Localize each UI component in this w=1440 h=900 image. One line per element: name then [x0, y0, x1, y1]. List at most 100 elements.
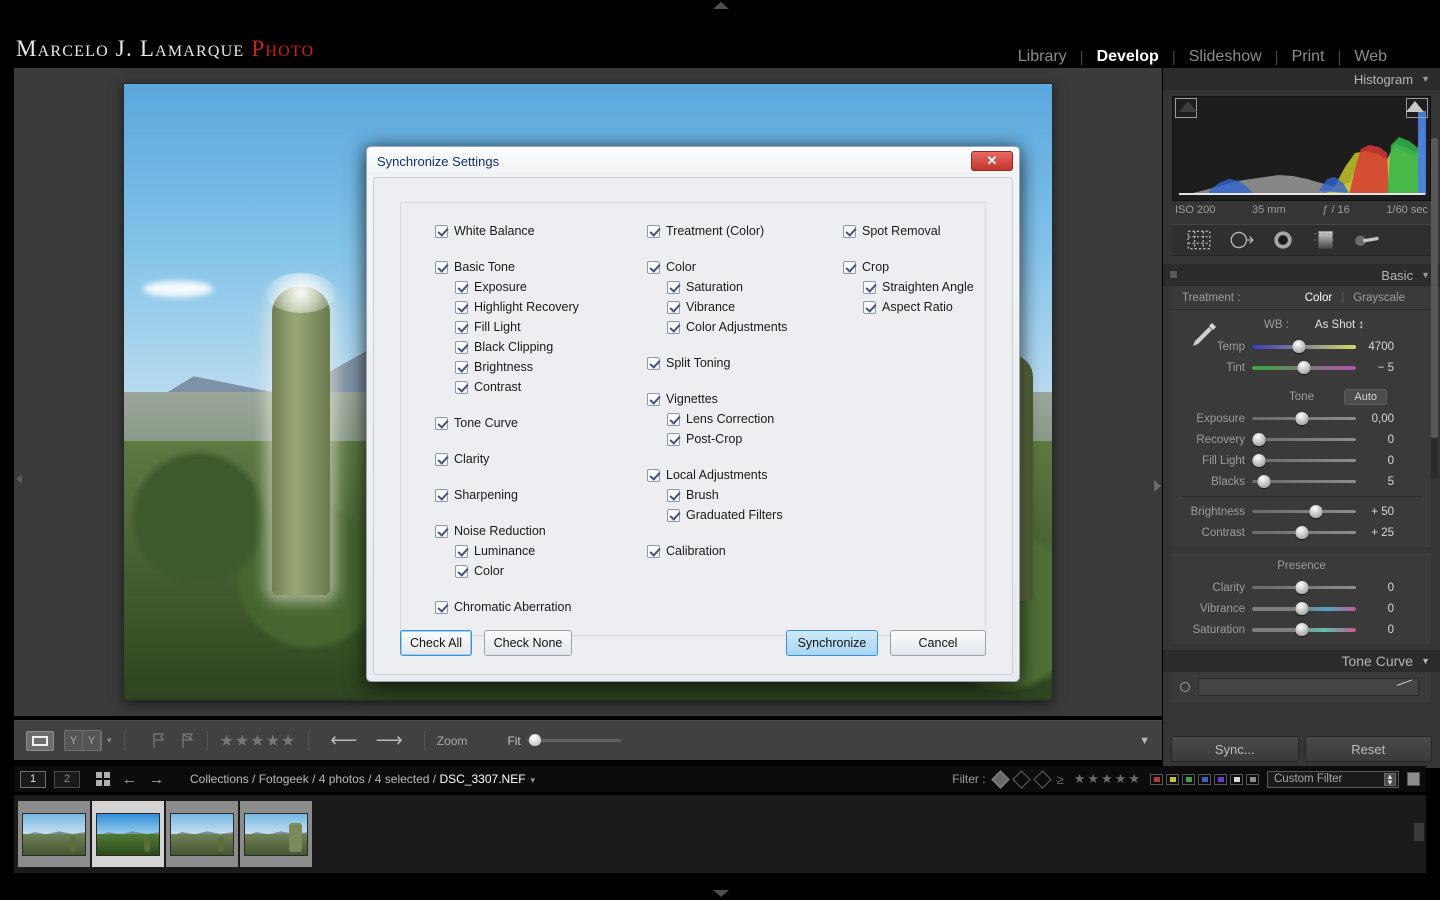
- right-panel-scrollbar[interactable]: [1431, 138, 1438, 478]
- zoom-fit-value[interactable]: Fit: [507, 734, 520, 748]
- checkbox-fill-light[interactable]: [455, 320, 468, 334]
- identity-logo[interactable]: Marcelo J. Lamarque Photo: [16, 36, 314, 62]
- left-panel-grip[interactable]: [16, 474, 25, 492]
- checkbox-row-fill-light[interactable]: Fill Light: [435, 317, 645, 337]
- checkbox-tone-curve[interactable]: [435, 416, 448, 430]
- slider-blacks[interactable]: Blacks 5: [1172, 471, 1431, 492]
- filter-toggle-switch[interactable]: [1407, 772, 1420, 786]
- color-swatch-white[interactable]: [1230, 773, 1243, 785]
- rating-stars[interactable]: ★★★★★: [220, 731, 297, 751]
- checkbox-exposure[interactable]: [455, 280, 468, 294]
- checkbox-row-treatment[interactable]: Treatment (Color): [647, 221, 847, 241]
- color-swatch-yellow[interactable]: [1166, 773, 1179, 785]
- checkbox-highlight-recovery[interactable]: [455, 300, 468, 314]
- navigate-back-arrow[interactable]: ←: [122, 771, 137, 788]
- check-all-button[interactable]: Check All: [400, 630, 472, 656]
- flag-pick-icon[interactable]: [151, 732, 166, 749]
- chevron-down-icon[interactable]: ▼: [1421, 74, 1430, 84]
- loupe-view-icon[interactable]: [26, 730, 54, 751]
- spot-removal-icon[interactable]: [1228, 229, 1254, 251]
- checkbox-contrast[interactable]: [455, 380, 468, 394]
- module-web[interactable]: Web: [1341, 48, 1400, 66]
- checkbox-row-contrast[interactable]: Contrast: [435, 377, 645, 397]
- slider-recovery[interactable]: Recovery 0: [1172, 429, 1431, 450]
- wb-preset-value[interactable]: As Shot ↕: [1315, 319, 1364, 331]
- close-icon[interactable]: ✕: [971, 151, 1013, 171]
- checkbox-graduated-filters[interactable]: [667, 508, 680, 522]
- slider-tint-track[interactable]: [1252, 360, 1356, 374]
- checkbox-row-brightness[interactable]: Brightness: [435, 357, 645, 377]
- adjustment-brush-icon[interactable]: [1354, 229, 1380, 251]
- checkbox-split-toning[interactable]: [647, 356, 660, 370]
- checkbox-row-local-adjustments[interactable]: Local Adjustments: [647, 465, 847, 485]
- next-photo-arrow[interactable]: ⟶: [376, 729, 403, 752]
- slider-recovery-track[interactable]: [1252, 433, 1356, 446]
- checkbox-row-exposure[interactable]: Exposure: [435, 277, 645, 297]
- check-none-button[interactable]: Check None: [484, 630, 572, 656]
- checkbox-row-tone-curve[interactable]: Tone Curve: [435, 413, 645, 433]
- checkbox-row-spot-removal[interactable]: Spot Removal: [843, 221, 1033, 241]
- filter-flag-pick-icon[interactable]: [990, 769, 1010, 789]
- slider-vibrance-track[interactable]: [1252, 601, 1356, 615]
- zoom-slider[interactable]: [526, 734, 621, 746]
- breadcrumb[interactable]: Collections / Fotogeek / 4 photos / 4 se…: [190, 772, 535, 786]
- color-swatch-red[interactable]: [1150, 773, 1163, 785]
- reset-button[interactable]: Reset: [1304, 736, 1432, 762]
- checkbox-row-black-clipping[interactable]: Black Clipping: [435, 337, 645, 357]
- graduated-filter-icon[interactable]: [1312, 229, 1338, 251]
- slider-exposure-track[interactable]: [1252, 412, 1356, 425]
- checkbox-vignettes[interactable]: [647, 392, 660, 406]
- checkbox-row-crop[interactable]: Crop: [843, 257, 1033, 277]
- checkbox-basic-tone[interactable]: [435, 260, 448, 274]
- slider-vibrance[interactable]: Vibrance 0: [1172, 598, 1431, 619]
- checkbox-row-calibration[interactable]: Calibration: [647, 541, 847, 561]
- checkbox-chromatic-aberration[interactable]: [435, 600, 448, 614]
- checkbox-row-luminance[interactable]: Luminance: [435, 541, 645, 561]
- color-swatch-none[interactable]: [1246, 773, 1259, 785]
- red-eye-icon[interactable]: [1270, 229, 1296, 251]
- previous-photo-arrow[interactable]: ⟵: [330, 729, 357, 752]
- checkbox-calibration[interactable]: [647, 544, 660, 558]
- checkbox-post-crop[interactable]: [667, 432, 680, 446]
- checkbox-straighten-angle[interactable]: [863, 280, 876, 294]
- module-library[interactable]: Library: [1005, 48, 1080, 66]
- source-slot-1[interactable]: 1: [20, 770, 46, 788]
- checkbox-row-sharpening[interactable]: Sharpening: [435, 485, 645, 505]
- flag-reject-icon[interactable]: [180, 732, 195, 749]
- thumbnail-1[interactable]: [18, 801, 90, 867]
- slider-contrast-track[interactable]: [1252, 526, 1356, 539]
- checkbox-row-vibrance[interactable]: Vibrance: [647, 297, 847, 317]
- auto-tone-button[interactable]: Auto: [1344, 389, 1387, 405]
- bottom-panel-toggle-arrow[interactable]: [713, 890, 729, 897]
- thumbnail-3[interactable]: [166, 801, 238, 867]
- checkbox-row-chromatic-aberration[interactable]: Chromatic Aberration: [435, 597, 645, 617]
- slider-exposure[interactable]: Exposure 0,00: [1172, 408, 1431, 429]
- checkbox-row-vignettes[interactable]: Vignettes: [647, 389, 847, 409]
- filmstrip-scroll-right[interactable]: [1414, 823, 1424, 841]
- top-panel-toggle-arrow[interactable]: [713, 2, 729, 9]
- checkbox-aspect-ratio[interactable]: [863, 300, 876, 314]
- synchronize-button[interactable]: Synchronize: [786, 630, 878, 656]
- target-adjust-icon[interactable]: [1180, 682, 1190, 692]
- color-swatch-green[interactable]: [1182, 773, 1195, 785]
- tone-curve-preview[interactable]: [1172, 672, 1431, 702]
- chevron-down-icon[interactable]: ▾: [107, 735, 112, 746]
- histogram-panel-header[interactable]: Histogram ▼: [1163, 68, 1440, 90]
- module-print[interactable]: Print: [1279, 48, 1338, 66]
- slider-clarity[interactable]: Clarity 0: [1172, 577, 1431, 598]
- checkbox-clarity[interactable]: [435, 452, 448, 466]
- checkbox-luminance[interactable]: [455, 544, 468, 558]
- checkbox-spot-removal[interactable]: [843, 224, 856, 238]
- white-balance-eyedropper-icon[interactable]: [1186, 318, 1220, 352]
- checkbox-color[interactable]: [647, 260, 660, 274]
- checkbox-saturation[interactable]: [667, 280, 680, 294]
- stepper-icon[interactable]: ▲ ▼: [1384, 772, 1396, 786]
- slider-saturation[interactable]: Saturation 0: [1172, 619, 1431, 640]
- module-slideshow[interactable]: Slideshow: [1176, 48, 1275, 66]
- filter-flag-unflagged-icon[interactable]: [1011, 769, 1031, 789]
- slider-fill-light[interactable]: Fill Light 0: [1172, 450, 1431, 471]
- slider-clarity-track[interactable]: [1252, 581, 1356, 594]
- slider-saturation-track[interactable]: [1252, 622, 1356, 636]
- slider-temp-track[interactable]: [1252, 339, 1356, 353]
- slider-tint[interactable]: Tint − 5: [1172, 357, 1431, 378]
